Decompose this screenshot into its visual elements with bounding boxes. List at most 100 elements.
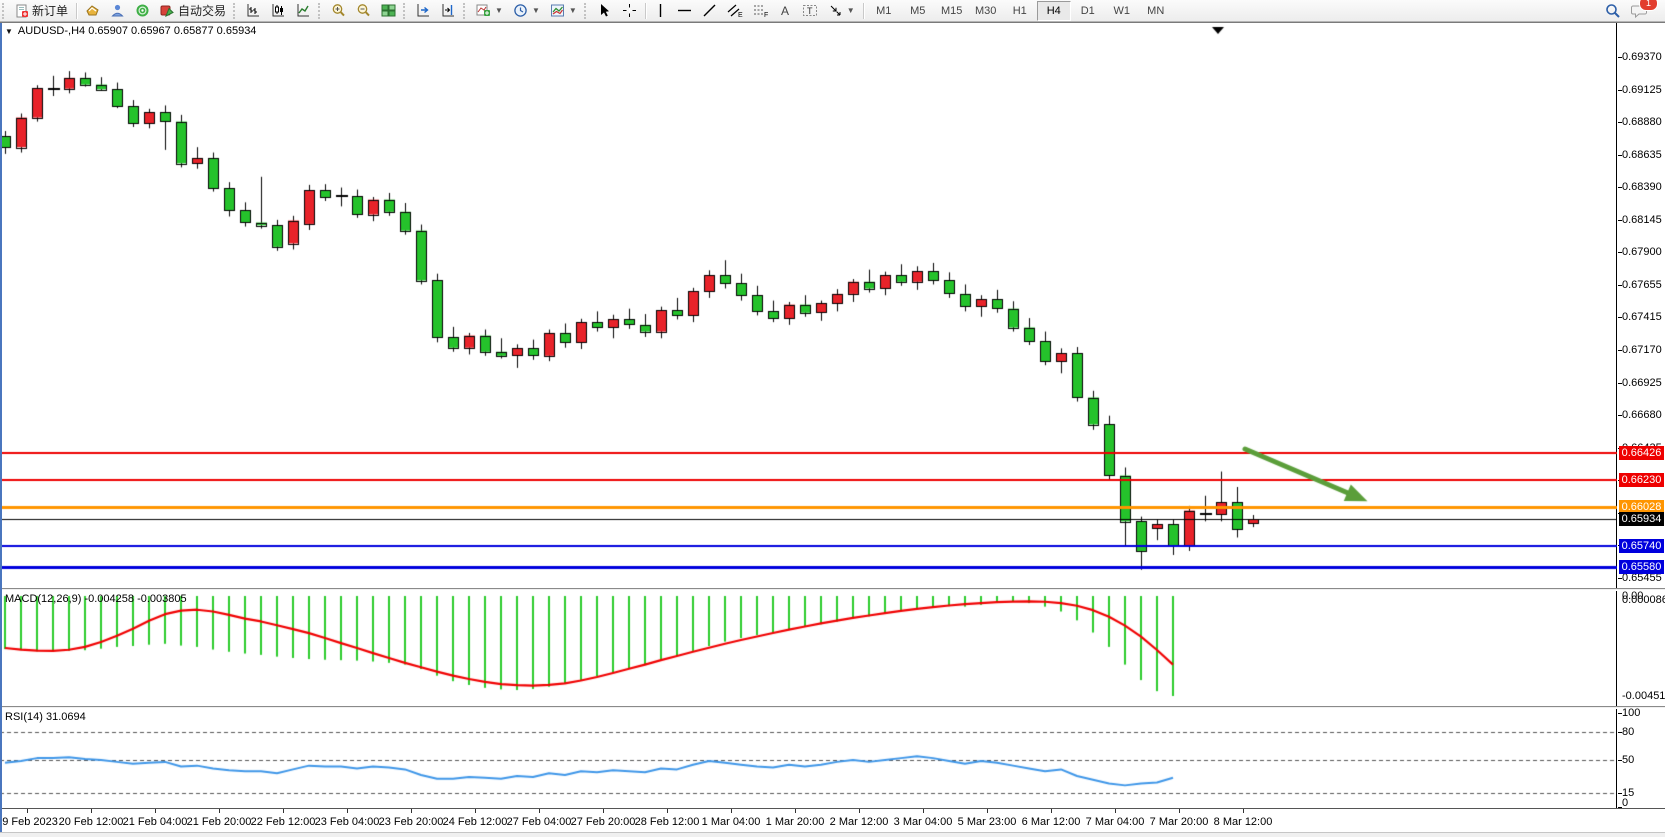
rsi-chart-canvas[interactable] <box>0 709 1617 808</box>
chart-shift-icon <box>441 3 456 18</box>
trendline-tool-button[interactable] <box>697 0 722 22</box>
price-line-badge: 0.66230 <box>1619 473 1664 487</box>
rsi-plot[interactable]: RSI(14) 31.0694 <box>0 709 1617 808</box>
timeframe-m30-button[interactable]: M30 <box>969 1 1003 21</box>
text-label-icon: T <box>802 3 818 18</box>
time-tick <box>219 809 220 813</box>
price-tick-label: 0.68145 <box>1622 214 1662 226</box>
time-tick <box>795 809 796 813</box>
toolbar: 新订单 自动交易 <box>0 0 1665 22</box>
text-icon: A <box>779 3 792 18</box>
rsi-label: RSI(14) 31.0694 <box>5 711 86 723</box>
signals-icon <box>110 3 125 18</box>
autotrading-button[interactable]: 自动交易 <box>155 0 231 22</box>
candlestick-chart-button[interactable] <box>266 0 291 22</box>
timeframe-m5-button[interactable]: M5 <box>901 1 935 21</box>
macd-plot[interactable]: MACD(12,26,9) -0.004258 -0.003805 <box>0 591 1617 706</box>
chart-title-text: AUDUSD-,H4 0.65907 0.65967 0.65877 0.659… <box>18 25 257 37</box>
news-button[interactable] <box>130 0 155 22</box>
tile-windows-button[interactable] <box>376 0 401 22</box>
auto-scroll-button[interactable] <box>411 0 436 22</box>
text-tool-button[interactable]: A <box>774 0 797 22</box>
time-tick <box>283 809 284 813</box>
main-plot[interactable]: ▼ AUDUSD-,H4 0.65907 0.65967 0.65877 0.6… <box>0 23 1617 588</box>
price-tick-label: 0.68635 <box>1622 149 1662 161</box>
zoom-in-button[interactable] <box>326 0 351 22</box>
zoom-out-icon <box>356 3 371 18</box>
notifications-button[interactable]: 1 <box>1626 0 1653 22</box>
new-order-button[interactable]: 新订单 <box>10 0 73 22</box>
candlestick-chart-canvas[interactable] <box>0 23 1617 588</box>
timeframe-m1-button[interactable]: M1 <box>867 1 901 21</box>
zoom-in-icon <box>331 3 346 18</box>
window-bottom-strip <box>0 832 1665 837</box>
arrows-tool-button[interactable]: ▼ <box>823 0 860 22</box>
vertical-line-tool-button[interactable] <box>649 0 672 22</box>
equidistant-channel-icon: E <box>727 3 743 18</box>
separator <box>645 3 646 19</box>
time-tick <box>987 809 988 813</box>
cursor-tool-button[interactable] <box>592 0 617 22</box>
fibonacci-icon: F <box>753 3 769 18</box>
zoom-out-button[interactable] <box>351 0 376 22</box>
price-tick-label: 0.68390 <box>1622 181 1662 193</box>
price-line-badge: 0.65934 <box>1619 512 1664 526</box>
chevron-down-icon: ▼ <box>495 6 503 15</box>
macd-chart-canvas[interactable] <box>0 591 1617 706</box>
price-tick-label: 0.66680 <box>1622 409 1662 421</box>
svg-text:A: A <box>781 4 789 18</box>
fibonacci-tool-button[interactable]: F <box>748 0 774 22</box>
bar-chart-button[interactable] <box>241 0 266 22</box>
price-tick-label: 0.67900 <box>1622 246 1662 258</box>
toolbar-grip <box>403 3 409 19</box>
signals-button[interactable] <box>105 0 130 22</box>
auto-scroll-icon <box>416 3 431 18</box>
separator <box>76 3 77 19</box>
rsi-level-label: 50 <box>1622 754 1634 766</box>
text-label-tool-button[interactable]: T <box>797 0 823 22</box>
macd-axis[interactable]: 0.00 0.000086 -0.004519 <box>1618 591 1665 706</box>
time-tick <box>27 809 28 813</box>
timeframe-m15-button[interactable]: M15 <box>935 1 969 21</box>
chart-shift-button[interactable] <box>436 0 461 22</box>
cursor-icon <box>597 3 612 18</box>
time-axis[interactable]: 19 Feb 202320 Feb 12:0021 Feb 04:0021 Fe… <box>0 808 1665 832</box>
timeframe-d1-button[interactable]: D1 <box>1071 1 1105 21</box>
market-button[interactable] <box>80 0 105 22</box>
template-icon <box>550 3 565 18</box>
indicators-button[interactable]: ▼ <box>471 0 508 22</box>
rsi-axis[interactable]: 1008050150 <box>1618 709 1665 808</box>
macd-pane: MACD(12,26,9) -0.004258 -0.003805 0.00 0… <box>0 591 1665 706</box>
timeframe-h1-button[interactable]: H1 <box>1003 1 1037 21</box>
timeframe-mn-button[interactable]: MN <box>1139 1 1173 21</box>
macd-axis-min: -0.004519 <box>1622 690 1665 702</box>
time-tick <box>1179 809 1180 813</box>
vertical-line-icon <box>654 3 667 18</box>
crosshair-tool-button[interactable] <box>617 0 642 22</box>
timeframe-h4-button[interactable]: H4 <box>1037 1 1071 21</box>
crosshair-icon <box>622 3 637 18</box>
chart-menu-triangle-icon[interactable]: ▼ <box>5 27 13 36</box>
periods-button[interactable]: ▼ <box>508 0 545 22</box>
search-button[interactable] <box>1600 0 1626 22</box>
price-axis[interactable]: 0.693700.691250.688800.686350.683900.681… <box>1618 23 1665 588</box>
new-order-label: 新订单 <box>32 2 68 19</box>
price-tick-label: 0.68880 <box>1622 116 1662 128</box>
window-left-edge <box>0 23 2 832</box>
svg-text:F: F <box>764 12 768 18</box>
time-tick <box>155 809 156 813</box>
line-chart-button[interactable] <box>291 0 316 22</box>
notification-badge: 1 <box>1639 0 1658 11</box>
separator <box>863 3 864 19</box>
timeframe-w1-button[interactable]: W1 <box>1105 1 1139 21</box>
time-tick <box>731 809 732 813</box>
time-tick <box>539 809 540 813</box>
news-icon <box>135 3 150 18</box>
templates-button[interactable]: ▼ <box>545 0 582 22</box>
horizontal-line-tool-button[interactable] <box>672 0 697 22</box>
time-tick <box>475 809 476 813</box>
equidistant-channel-tool-button[interactable]: E <box>722 0 748 22</box>
time-tick <box>923 809 924 813</box>
new-order-icon <box>15 4 29 18</box>
chart-title: ▼ AUDUSD-,H4 0.65907 0.65967 0.65877 0.6… <box>5 25 256 37</box>
